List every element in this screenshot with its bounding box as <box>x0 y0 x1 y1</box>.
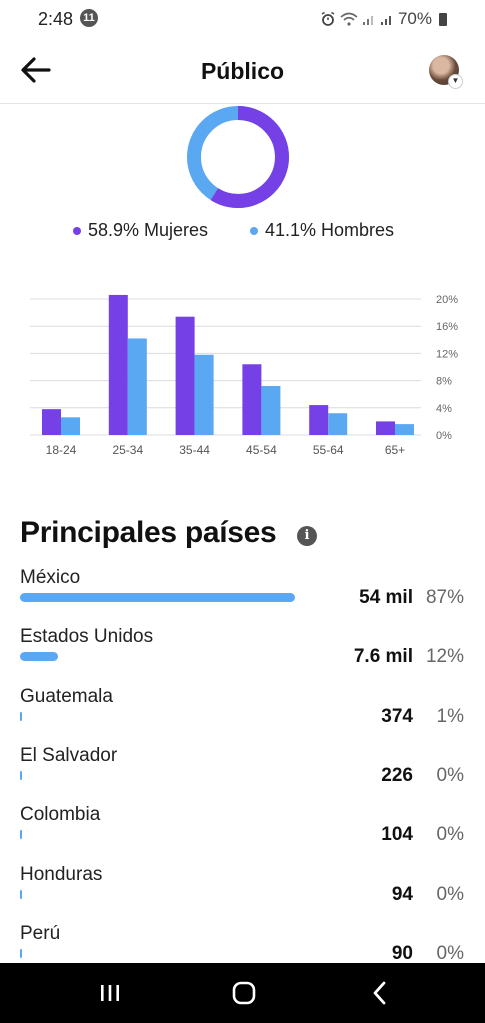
notification-count-badge: 11 <box>80 9 98 27</box>
bar-mujeres-65+ <box>376 421 395 435</box>
x-tick-label: 25-34 <box>112 443 143 457</box>
nav-back-icon[interactable] <box>365 978 395 1008</box>
y-tick-label: 16% <box>436 321 458 333</box>
legend-dot-men <box>250 226 258 235</box>
country-percentage: 1% <box>436 705 464 727</box>
status-icons: 70% <box>320 9 447 29</box>
country-percentage: 12% <box>425 646 464 668</box>
bar-hombres-55-64 <box>328 413 348 435</box>
info-icon[interactable]: i <box>297 526 317 546</box>
country-percentage: 0% <box>436 824 464 846</box>
country-count: 104 <box>381 824 413 846</box>
legend-item-men: 41.1% Hombres <box>250 220 394 241</box>
country-count: 54 mil <box>359 587 413 608</box>
country-name: Honduras <box>20 863 103 885</box>
gender-donut-chart <box>187 106 289 208</box>
battery-icon <box>439 12 447 26</box>
country-share-bar <box>20 652 58 662</box>
chevron-down-icon[interactable]: ▼ <box>448 74 463 89</box>
country-name: Perú <box>20 922 61 944</box>
legend-label-women: 58.9% Mujeres <box>88 220 209 240</box>
y-tick-label: 4% <box>436 403 452 415</box>
legend-label-men: 41.1% Hombres <box>265 220 395 240</box>
country-row: Guatemala 374 1% <box>0 686 485 745</box>
bar-mujeres-35-44 <box>175 316 195 435</box>
country-percentage: 0% <box>436 942 464 964</box>
country-row: Estados Unidos 7.6 mil 12% <box>0 626 485 685</box>
home-icon[interactable] <box>229 978 259 1008</box>
recent-apps-icon[interactable] <box>95 978 125 1008</box>
signal-icon-2 <box>380 16 391 25</box>
status-time: 2:48 <box>38 9 74 29</box>
x-tick-label: 65+ <box>385 443 405 457</box>
country-row: El Salvador 226 0% <box>0 745 485 804</box>
country-row: Honduras 94 0% <box>0 864 485 923</box>
alarm-icon <box>321 11 335 26</box>
country-row: México 54 mil 87% <box>0 567 485 626</box>
page-title: Público <box>200 58 285 84</box>
country-count: 94 <box>391 883 413 905</box>
signal-icon-1 <box>362 16 373 25</box>
country-percentage: 0% <box>436 764 464 786</box>
legend-item-women: 58.9% Mujeres <box>73 220 208 241</box>
battery-percentage: 70% <box>397 9 432 28</box>
country-share-bar <box>20 889 22 899</box>
bar-mujeres-45-54 <box>242 364 262 435</box>
bar-hombres-45-54 <box>261 386 281 435</box>
country-share-bar <box>20 830 22 840</box>
country-share-bar <box>20 711 22 721</box>
country-percentage: 0% <box>436 883 464 905</box>
bar-hombres-25-34 <box>127 338 147 435</box>
navigation-bar <box>0 963 485 1023</box>
country-count: 90 <box>391 942 413 964</box>
status-bar: 2:48 11 70% <box>0 0 485 38</box>
country-share-bar <box>20 948 22 958</box>
country-row: Colombia 104 0% <box>0 804 485 863</box>
country-count: 226 <box>381 764 413 786</box>
x-tick-label: 45-54 <box>246 443 277 457</box>
y-tick-label: 0% <box>436 430 452 442</box>
wifi-icon <box>340 12 358 26</box>
x-tick-label: 35-44 <box>179 443 210 457</box>
legend-dot-women <box>73 226 81 235</box>
y-tick-label: 20% <box>436 294 458 306</box>
bar-mujeres-55-64 <box>309 405 329 435</box>
country-percentage: 87% <box>425 587 464 608</box>
x-tick-label: 18-24 <box>46 443 77 457</box>
bar-hombres-18-24 <box>61 417 80 435</box>
bar-mujeres-18-24 <box>42 409 61 435</box>
bar-hombres-35-44 <box>194 354 214 435</box>
country-name: México <box>20 567 81 588</box>
y-tick-label: 12% <box>436 348 458 360</box>
bar-mujeres-25-34 <box>108 294 128 435</box>
bar-hombres-65+ <box>395 424 414 435</box>
countries-title: Principales países <box>20 516 277 549</box>
country-name: El Salvador <box>20 744 118 766</box>
country-share-bar <box>20 770 22 780</box>
x-tick-label: 55-64 <box>313 443 344 457</box>
country-share-bar <box>20 593 295 602</box>
country-count: 374 <box>381 705 413 727</box>
country-count: 7.6 mil <box>353 646 413 668</box>
age-bar-chart: 20% 16% 12% 8% 4% 0% 18-24 25-34 35-44 45-54 55-64… <box>30 294 458 457</box>
header: Público ▼ <box>0 38 485 104</box>
country-name: Guatemala <box>20 685 113 707</box>
y-tick-label: 8% <box>436 376 452 388</box>
country-name: Estados Unidos <box>20 626 154 648</box>
country-name: Colombia <box>20 804 101 826</box>
